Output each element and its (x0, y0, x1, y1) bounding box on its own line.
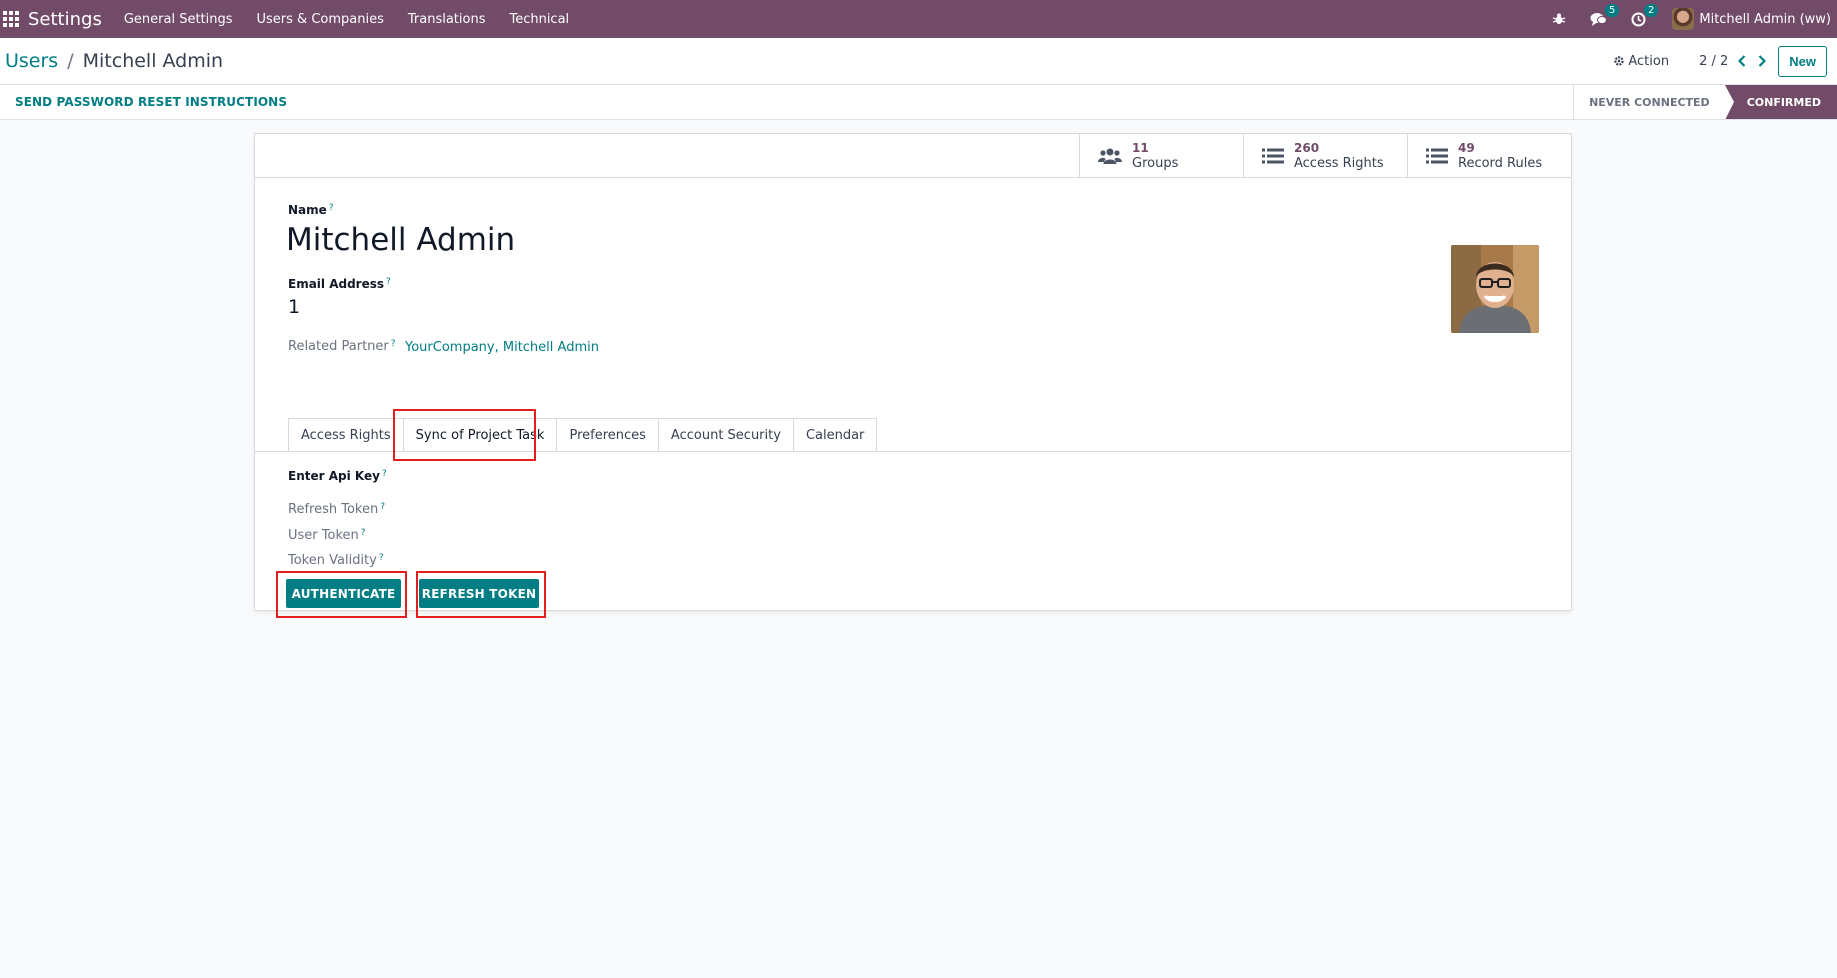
highlight-box-tab (393, 409, 536, 461)
user-avatar (1672, 8, 1695, 30)
stage-confirmed[interactable]: CONFIRMED (1724, 85, 1837, 120)
debug-bug-icon[interactable] (1552, 12, 1566, 26)
breadcrumb-separator: / (67, 50, 74, 72)
email-field-label: Email Address? (288, 277, 391, 291)
tab-access-rights[interactable]: Access Rights (288, 418, 403, 452)
groups-smart-button[interactable]: 11 Groups (1079, 134, 1243, 177)
access-rights-label: Access Rights (1294, 155, 1384, 171)
control-panel: Users / Mitchell Admin Action 2 / 2 New (0, 38, 1837, 85)
tab-account-security[interactable]: Account Security (657, 418, 793, 452)
action-menu-button[interactable]: Action (1613, 54, 1669, 69)
messages-icon[interactable]: 5 (1590, 3, 1620, 27)
pager-value[interactable]: 2 / 2 (1699, 54, 1728, 69)
messages-badge: 5 (1604, 3, 1620, 17)
access-rights-smart-button[interactable]: 260 Access Rights (1243, 134, 1407, 177)
help-tooltip-icon[interactable]: ? (382, 469, 387, 479)
user-menu[interactable]: Mitchell Admin (ww) (1672, 8, 1831, 30)
menu-technical[interactable]: Technical (509, 12, 569, 27)
related-partner-link[interactable]: YourCompany, Mitchell Admin (405, 340, 599, 355)
user-name: Mitchell Admin (ww) (1699, 11, 1831, 27)
related-partner-label: Related Partner? (288, 339, 396, 354)
action-label: Action (1628, 53, 1670, 69)
name-field[interactable]: Mitchell Admin (286, 222, 515, 258)
pager-next-icon[interactable] (1758, 55, 1767, 67)
highlight-box-authenticate (276, 571, 407, 618)
email-field[interactable]: 1 (288, 296, 300, 318)
user-token-label: User Token? (288, 528, 366, 543)
stage-never-connected[interactable]: NEVER CONNECTED (1573, 85, 1725, 119)
token-validity-label: Token Validity? (288, 553, 384, 568)
notebook-tabs: Access Rights Sync of Project Task Prefe… (288, 418, 878, 452)
name-field-label: Name? (288, 203, 334, 217)
stage-selector: NEVER CONNECTED CONFIRMED (1573, 85, 1837, 120)
breadcrumb-current: Mitchell Admin (82, 50, 224, 72)
send-password-reset-button[interactable]: SEND PASSWORD RESET INSTRUCTIONS (15, 95, 287, 109)
gear-icon (1614, 56, 1625, 66)
help-tooltip-icon[interactable]: ? (380, 502, 385, 512)
api-key-section-label: Enter Api Key? (288, 469, 387, 483)
user-photo[interactable] (1451, 245, 1539, 333)
groups-count: 11 (1132, 140, 1149, 155)
top-navbar: Settings General Settings Users & Compan… (0, 0, 1837, 38)
record-rules-label: Record Rules (1458, 155, 1543, 171)
breadcrumb: Users / Mitchell Admin (5, 50, 223, 72)
apps-menu-icon[interactable] (2, 10, 20, 28)
menu-users-companies[interactable]: Users & Companies (257, 12, 384, 27)
access-rights-count: 260 (1294, 140, 1320, 155)
activity-badge: 2 (1643, 3, 1659, 17)
highlight-box-refresh (416, 571, 546, 618)
menu-translations[interactable]: Translations (408, 12, 486, 27)
groups-label: Groups (1132, 155, 1179, 171)
status-bar: SEND PASSWORD RESET INSTRUCTIONS NEVER C… (0, 85, 1837, 120)
record-rules-smart-button[interactable]: 49 Record Rules (1407, 134, 1571, 177)
form-sheet: 11 Groups 260 Access Rights 49 Record Ru… (254, 133, 1572, 618)
help-tooltip-icon[interactable]: ? (386, 277, 391, 287)
list-icon (1426, 148, 1448, 163)
app-brand[interactable]: Settings (28, 9, 102, 30)
tab-calendar[interactable]: Calendar (792, 418, 878, 452)
new-button[interactable]: New (1778, 45, 1827, 77)
breadcrumb-users-link[interactable]: Users (5, 50, 58, 72)
list-icon (1262, 148, 1284, 163)
refresh-token-label: Refresh Token? (288, 502, 385, 517)
help-tooltip-icon[interactable]: ? (379, 553, 384, 563)
smart-buttons: 11 Groups 260 Access Rights 49 Record Ru… (255, 134, 1571, 178)
pager-previous-icon[interactable] (1738, 55, 1746, 67)
users-icon (1098, 148, 1122, 164)
help-tooltip-icon[interactable]: ? (361, 528, 366, 538)
activity-clock-icon[interactable]: 2 (1631, 3, 1659, 27)
tab-preferences[interactable]: Preferences (556, 418, 658, 452)
help-tooltip-icon[interactable]: ? (329, 203, 334, 213)
menu-general-settings[interactable]: General Settings (124, 12, 233, 27)
help-tooltip-icon[interactable]: ? (391, 339, 396, 349)
record-rules-count: 49 (1458, 140, 1475, 155)
